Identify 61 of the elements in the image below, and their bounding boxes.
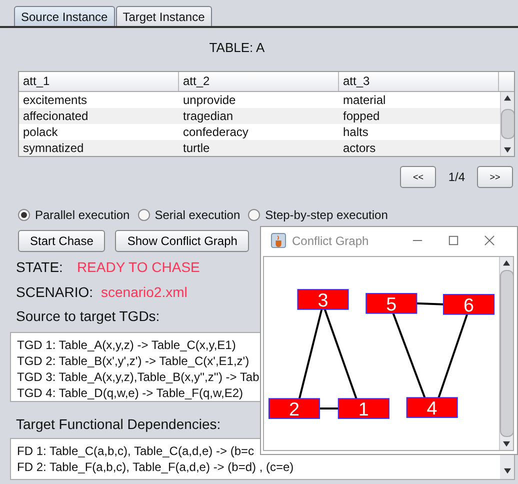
scroll-down-icon[interactable] <box>504 468 510 474</box>
previous-page-button[interactable]: << <box>400 166 436 188</box>
page-indicator: 1/4 <box>448 170 465 184</box>
table-cell-text: confederacy <box>182 124 250 140</box>
table-cell-text: turtle <box>182 140 211 156</box>
section-heading: Target Functional Dependencies: <box>16 415 222 434</box>
tab[interactable]: Source Instance <box>14 6 115 26</box>
graph-node[interactable]: 2 <box>268 398 320 420</box>
scenario-label: SCENARIO: <box>16 284 94 300</box>
state-label: STATE: <box>16 259 63 275</box>
column-header[interactable]: att_2 <box>179 72 339 91</box>
table-cell-text: material <box>342 92 387 108</box>
table-cell-text: symnatized <box>22 140 85 156</box>
fd-line: FD 2: Table_F(a,b,c), Table_F(a,d,e) -> (b=d) , (c=e) <box>17 459 295 475</box>
tgd-line: TGD 2: Table_B(x',y',z') -> Table_C(x',E1,z') <box>17 353 250 369</box>
close-icon[interactable] <box>484 235 495 246</box>
radio-button[interactable] <box>138 209 150 221</box>
table-cell-text: unprovide <box>182 92 237 108</box>
graph-node[interactable]: 3 <box>297 289 349 310</box>
radio-option[interactable]: Parallel execution <box>18 208 130 222</box>
scroll-up-icon[interactable] <box>504 95 511 101</box>
graph-node[interactable]: 1 <box>338 398 390 420</box>
window-title: Conflict Graph <box>292 234 370 248</box>
tab[interactable]: Target Instance <box>116 6 212 26</box>
table-title: TABLE: A <box>208 40 266 55</box>
graph-node[interactable]: 6 <box>442 294 495 316</box>
table-cell-text: affecionated <box>22 108 90 124</box>
graph-edge <box>416 302 444 306</box>
table-cell-text: excitements <box>22 92 88 108</box>
scroll-up-icon[interactable] <box>503 260 510 266</box>
tgd-line: TGD 3: Table_A(x,y,z),Table_B(x,y'',z'') -> Tab <box>17 369 260 385</box>
tgd-line: TGD 1: Table_A(x,y,z) -> Table_C(x,y,E1) <box>17 337 237 353</box>
radio-button[interactable] <box>248 209 260 221</box>
table-cell-text: halts <box>342 124 370 140</box>
maximize-icon[interactable] <box>448 235 459 246</box>
table-cell-text: tragedian <box>182 108 234 124</box>
radio-label: Parallel execution <box>35 208 130 222</box>
table-cell-text: fopped <box>342 108 381 124</box>
scrollbar[interactable] <box>500 92 514 156</box>
scrollbar[interactable] <box>499 257 513 450</box>
scroll-down-icon[interactable] <box>504 147 511 153</box>
column-header[interactable]: att_1 <box>19 72 179 91</box>
graph-node[interactable]: 5 <box>366 293 418 314</box>
radio-option[interactable]: Serial execution <box>138 208 240 222</box>
table-cell-text: polack <box>22 124 59 140</box>
scenario-value: scenario2.xml <box>101 284 188 300</box>
app-icon <box>271 233 286 248</box>
radio-button[interactable] <box>18 209 30 221</box>
action-button[interactable]: Start Chase <box>18 230 106 252</box>
action-button[interactable]: Show Conflict Graph <box>115 230 250 252</box>
column-header[interactable]: att_3 <box>339 72 499 91</box>
next-page-button[interactable]: >> <box>477 166 513 188</box>
scroll-down-icon[interactable] <box>503 441 510 447</box>
radio-label: Serial execution <box>154 208 240 222</box>
state-value: READY TO CHASE <box>76 259 200 275</box>
table-cell-text: actors <box>342 140 377 156</box>
fd-line: FD 1: Table_C(a,b,c), Table_C(a,d,e) -> (b=c <box>17 443 255 459</box>
section-heading: Source to target TGDs: <box>16 307 161 326</box>
graph-node[interactable]: 4 <box>406 397 458 418</box>
graph-edge <box>320 408 338 410</box>
tgd-line: TGD 4: Table_D(q,w,e) -> Table_F(q,w,E2) <box>17 385 244 401</box>
